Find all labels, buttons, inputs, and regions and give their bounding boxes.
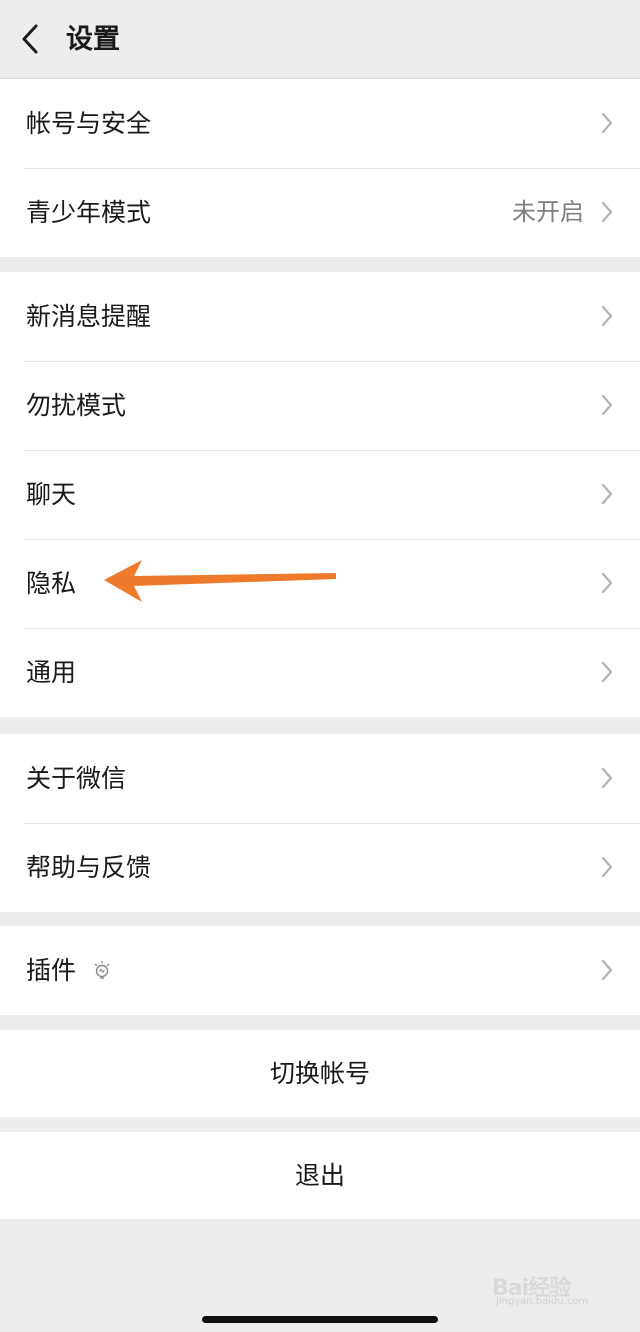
notifications-label: 新消息提醒 bbox=[26, 302, 152, 331]
do-not-disturb-item[interactable]: 勿扰模式 bbox=[0, 361, 640, 450]
chat-label: 聊天 bbox=[26, 480, 77, 509]
help-feedback-label: 帮助与反馈 bbox=[26, 853, 152, 882]
account-security-label: 帐号与安全 bbox=[26, 109, 152, 138]
chevron-right-icon bbox=[601, 856, 613, 878]
chevron-right-icon bbox=[601, 305, 613, 327]
lightbulb-icon bbox=[94, 961, 110, 979]
home-indicator[interactable] bbox=[202, 1316, 438, 1323]
watermark-logo: Bai经验 jingyan.baidu.com bbox=[492, 1270, 632, 1310]
notifications-item[interactable]: 新消息提醒 bbox=[0, 272, 640, 361]
about-label: 关于微信 bbox=[26, 764, 127, 793]
chat-item[interactable]: 聊天 bbox=[0, 450, 640, 539]
general-label: 通用 bbox=[26, 658, 77, 687]
plugins-item[interactable]: 插件 bbox=[0, 926, 640, 1015]
settings-group-general: 新消息提醒 勿扰模式 聊天 隐私 通用 bbox=[0, 272, 640, 717]
general-item[interactable]: 通用 bbox=[0, 628, 640, 717]
nav-header: 设置 bbox=[0, 0, 640, 79]
settings-group-plugins: 插件 bbox=[0, 926, 640, 1015]
chevron-right-icon bbox=[601, 661, 613, 683]
teen-mode-status: 未开启 bbox=[512, 198, 584, 226]
page-title: 设置 bbox=[66, 24, 120, 55]
chevron-right-icon bbox=[601, 572, 613, 594]
help-feedback-item[interactable]: 帮助与反馈 bbox=[0, 823, 640, 912]
do-not-disturb-label: 勿扰模式 bbox=[26, 391, 127, 420]
about-item[interactable]: 关于微信 bbox=[0, 734, 640, 823]
chevron-right-icon bbox=[601, 767, 613, 789]
privacy-label: 隐私 bbox=[26, 569, 77, 598]
back-chevron-icon[interactable] bbox=[14, 20, 48, 58]
chevron-right-icon bbox=[601, 959, 613, 981]
logout-button[interactable]: 退出 bbox=[0, 1132, 640, 1219]
teen-mode-label: 青少年模式 bbox=[26, 198, 152, 227]
chevron-right-icon bbox=[601, 483, 613, 505]
arrow-annotation bbox=[104, 560, 336, 602]
settings-group-account: 帐号与安全 青少年模式 未开启 bbox=[0, 79, 640, 257]
plugins-label: 插件 bbox=[26, 956, 77, 985]
chevron-right-icon bbox=[601, 394, 613, 416]
watermark-url: jingyan.baidu.com bbox=[496, 1296, 589, 1307]
chevron-right-icon bbox=[601, 201, 613, 223]
settings-group-about: 关于微信 帮助与反馈 bbox=[0, 734, 640, 912]
switch-account-button[interactable]: 切换帐号 bbox=[0, 1030, 640, 1117]
account-security-item[interactable]: 帐号与安全 bbox=[0, 79, 640, 168]
teen-mode-item[interactable]: 青少年模式 未开启 bbox=[0, 168, 640, 257]
chevron-right-icon bbox=[601, 112, 613, 134]
